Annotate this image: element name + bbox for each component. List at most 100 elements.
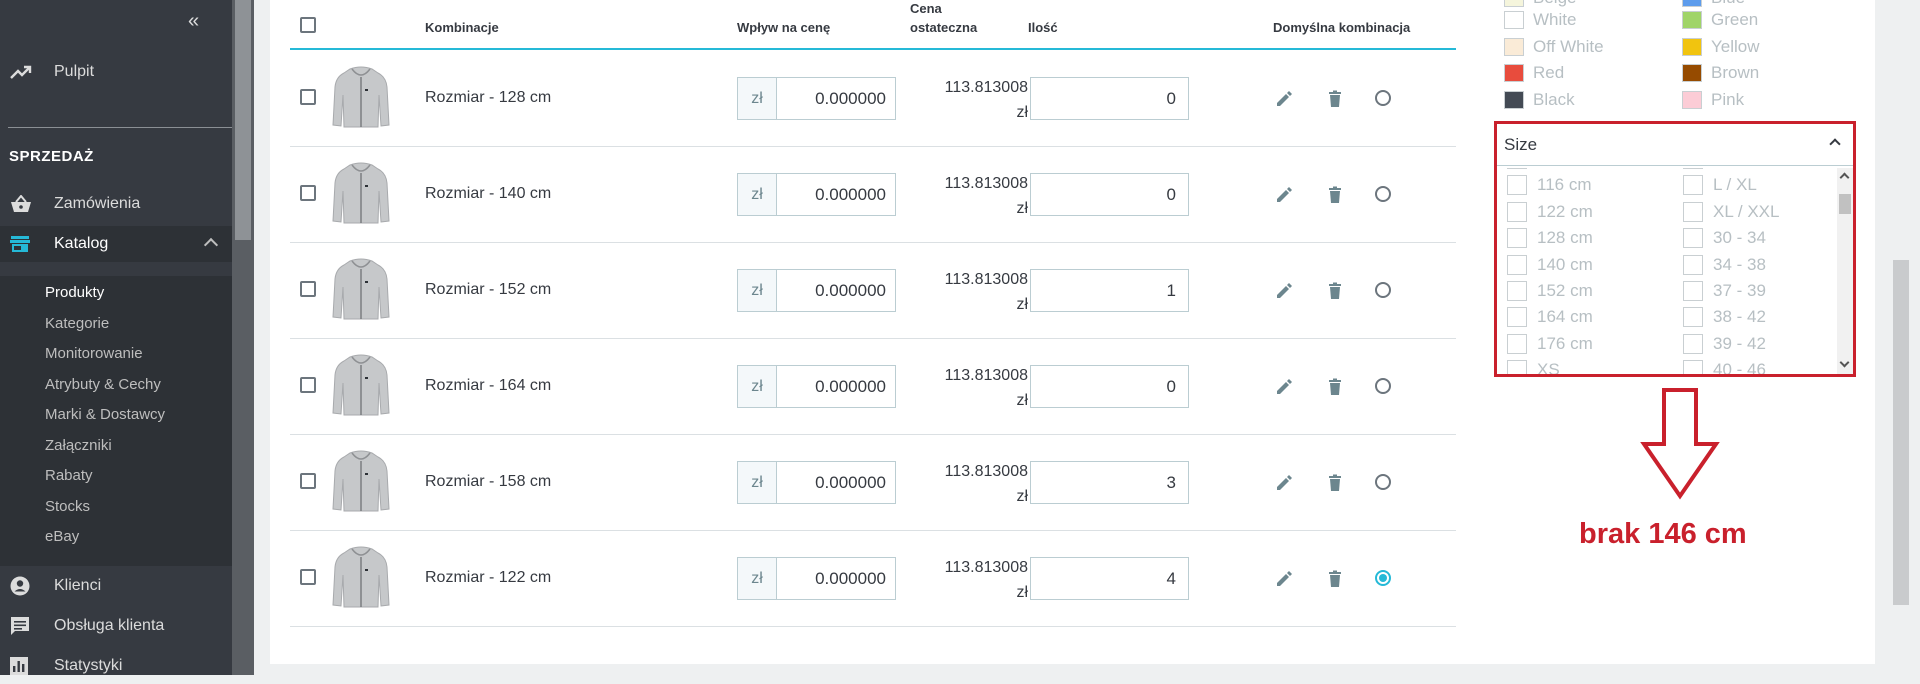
color-option[interactable]: Beige: [1504, 0, 1576, 8]
size-option[interactable]: 37 - 39: [1683, 281, 1766, 301]
size-checkbox[interactable]: [1683, 333, 1703, 354]
size-option[interactable]: M / L: [1683, 168, 1751, 169]
color-option[interactable]: Green: [1682, 10, 1758, 30]
size-checkbox[interactable]: [1683, 281, 1703, 301]
size-checkbox[interactable]: [1507, 168, 1527, 169]
delete-icon[interactable]: [1325, 281, 1345, 301]
scroll-down-icon[interactable]: [1839, 357, 1850, 368]
color-option[interactable]: Yellow: [1682, 37, 1760, 57]
delete-icon[interactable]: [1325, 377, 1345, 397]
row-checkbox[interactable]: [300, 473, 316, 489]
price-impact-value[interactable]: 0.000000: [777, 366, 895, 407]
size-option[interactable]: 30 - 34: [1683, 228, 1766, 249]
size-option[interactable]: XL / XXL: [1683, 201, 1779, 222]
color-option[interactable]: Black: [1504, 90, 1575, 110]
sidebar-item-dashboard[interactable]: Pulpit: [0, 54, 232, 90]
size-option[interactable]: 116 cm: [1507, 175, 1592, 196]
delete-icon[interactable]: [1325, 473, 1345, 493]
submenu-item-categories[interactable]: Kategorie: [45, 315, 109, 332]
sidebar-item-stats[interactable]: Statystyki: [0, 648, 232, 684]
color-option[interactable]: Pink: [1682, 90, 1744, 110]
page-scrollbar-thumb[interactable]: [1893, 260, 1909, 605]
submenu-item-monitoring[interactable]: Monitorowanie: [45, 345, 143, 362]
price-impact-input[interactable]: zł 0.000000: [737, 173, 896, 216]
edit-icon[interactable]: [1274, 377, 1294, 397]
submenu-item-attributes[interactable]: Atrybuty & Cechy: [45, 376, 161, 393]
size-option[interactable]: 40 - 46: [1683, 360, 1766, 374]
default-combination-radio[interactable]: [1375, 90, 1391, 106]
default-combination-radio[interactable]: [1375, 282, 1391, 298]
price-impact-input[interactable]: zł 0.000000: [737, 461, 896, 504]
sidebar-item-customers[interactable]: Klienci: [0, 568, 232, 604]
default-combination-radio[interactable]: [1375, 186, 1391, 202]
size-checkbox[interactable]: [1683, 228, 1703, 249]
price-impact-input[interactable]: zł 0.000000: [737, 77, 896, 120]
edit-icon[interactable]: [1274, 473, 1294, 493]
price-impact-input[interactable]: zł 0.000000: [737, 557, 896, 600]
edit-icon[interactable]: [1274, 89, 1294, 109]
quantity-input[interactable]: 0: [1030, 365, 1189, 408]
size-list-scrollbar[interactable]: [1837, 168, 1853, 374]
price-impact-value[interactable]: 0.000000: [777, 270, 895, 311]
default-combination-radio[interactable]: [1375, 474, 1391, 490]
price-impact-input[interactable]: zł 0.000000: [737, 269, 896, 312]
size-checkbox[interactable]: [1683, 254, 1703, 275]
price-impact-value[interactable]: 0.000000: [777, 174, 895, 215]
size-option[interactable]: L / XL: [1683, 175, 1757, 196]
size-checkbox[interactable]: [1507, 201, 1527, 222]
submenu-item-stocks[interactable]: Stocks: [45, 498, 90, 515]
size-option[interactable]: 122 cm: [1507, 201, 1593, 222]
submenu-item-attachments[interactable]: Załączniki: [45, 437, 112, 454]
size-filter-header[interactable]: Size: [1497, 124, 1853, 166]
default-combination-radio[interactable]: [1375, 378, 1391, 394]
size-checkbox[interactable]: [1507, 228, 1527, 249]
quantity-input[interactable]: 0: [1030, 77, 1189, 120]
quantity-input[interactable]: 3: [1030, 461, 1189, 504]
sidebar-scrollbar[interactable]: [232, 0, 254, 675]
size-option[interactable]: 104 cm: [1507, 168, 1593, 169]
quantity-input[interactable]: 1: [1030, 269, 1189, 312]
size-option[interactable]: 128 cm: [1507, 228, 1593, 249]
size-option[interactable]: 39 - 42: [1683, 333, 1766, 354]
edit-icon[interactable]: [1274, 281, 1294, 301]
size-checkbox[interactable]: [1507, 307, 1527, 328]
row-checkbox[interactable]: [300, 185, 316, 201]
size-option[interactable]: 38 - 42: [1683, 307, 1766, 328]
size-checkbox[interactable]: [1683, 175, 1703, 196]
quantity-input[interactable]: 4: [1030, 557, 1189, 600]
size-option[interactable]: 164 cm: [1507, 307, 1593, 328]
price-impact-value[interactable]: 0.000000: [777, 558, 895, 599]
chevron-up-icon[interactable]: [1829, 138, 1841, 150]
delete-icon[interactable]: [1325, 185, 1345, 205]
row-checkbox[interactable]: [300, 569, 316, 585]
delete-icon[interactable]: [1325, 569, 1345, 589]
sidebar-item-support[interactable]: Obsługa klienta: [0, 608, 232, 644]
edit-icon[interactable]: [1274, 569, 1294, 589]
size-checkbox[interactable]: [1683, 360, 1703, 374]
size-option[interactable]: 140 cm: [1507, 254, 1593, 275]
size-checkbox[interactable]: [1507, 175, 1527, 196]
size-checkbox[interactable]: [1683, 307, 1703, 328]
color-option[interactable]: Blue: [1682, 0, 1745, 8]
size-checkbox[interactable]: [1507, 360, 1527, 374]
size-checkbox[interactable]: [1507, 254, 1527, 275]
size-list-scrollbar-thumb[interactable]: [1839, 194, 1851, 214]
sidebar-item-catalog[interactable]: Katalog: [0, 226, 232, 262]
size-checkbox[interactable]: [1507, 333, 1527, 354]
size-checkbox[interactable]: [1507, 281, 1527, 301]
quantity-input[interactable]: 0: [1030, 173, 1189, 216]
scroll-up-icon[interactable]: [1839, 172, 1850, 183]
color-option[interactable]: Brown: [1682, 63, 1759, 83]
row-checkbox[interactable]: [300, 281, 316, 297]
color-option[interactable]: White: [1504, 10, 1576, 30]
size-option[interactable]: 152 cm: [1507, 281, 1593, 301]
row-checkbox[interactable]: [300, 377, 316, 393]
color-option[interactable]: Red: [1504, 63, 1564, 83]
submenu-item-brands[interactable]: Marki & Dostawcy: [45, 406, 165, 423]
size-option[interactable]: 34 - 38: [1683, 254, 1766, 275]
submenu-item-products[interactable]: Produkty: [45, 284, 104, 301]
size-checkbox[interactable]: [1683, 168, 1703, 169]
select-all-checkbox[interactable]: [300, 17, 316, 33]
price-impact-value[interactable]: 0.000000: [777, 78, 895, 119]
submenu-item-ebay[interactable]: eBay: [45, 528, 79, 545]
